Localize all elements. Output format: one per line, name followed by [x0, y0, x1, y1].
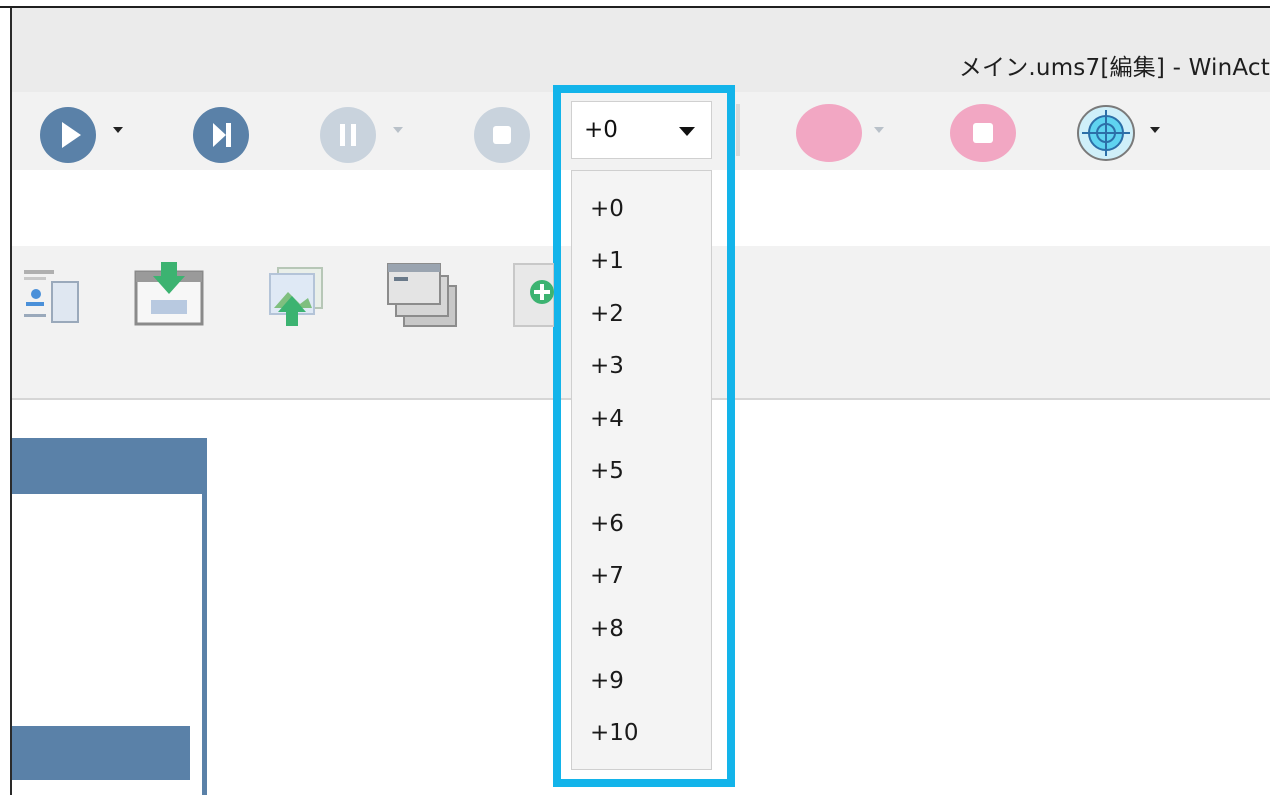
target-button[interactable]: [1076, 104, 1146, 162]
record-dropdown-caret[interactable]: [874, 127, 884, 133]
speed-option[interactable]: +1: [590, 245, 624, 277]
ribbon-image-upload-icon[interactable]: [262, 262, 334, 330]
speed-option[interactable]: +0: [590, 193, 624, 225]
window-top-border: [0, 0, 1270, 8]
stop-icon: [474, 107, 530, 163]
ribbon-window-stack-icon[interactable]: [386, 262, 458, 330]
speed-option[interactable]: +7: [590, 560, 624, 592]
window-title: メイン.ums7[編集] - WinAct: [958, 55, 1270, 81]
record-stop-button[interactable]: [950, 104, 1016, 162]
chevron-down-icon: [679, 127, 695, 136]
form-layout-icon: [24, 270, 79, 323]
window-stack-icon: [387, 263, 457, 327]
ribbon-window-download-icon[interactable]: [133, 262, 205, 330]
speed-option[interactable]: +4: [590, 403, 624, 435]
crosshair-target-icon: [1077, 105, 1135, 161]
panel-header: [12, 438, 207, 494]
ribbon-add-icon[interactable]: [512, 262, 555, 330]
record-button[interactable]: [796, 104, 862, 162]
step-forward-icon: [193, 107, 249, 163]
window-left-border: [0, 8, 12, 795]
title-bar: メイン.ums7[編集] - WinAct: [12, 8, 1270, 92]
speed-option[interactable]: +10: [590, 717, 639, 749]
run-dropdown-caret[interactable]: [113, 127, 123, 133]
run-button[interactable]: [40, 107, 96, 163]
play-icon: [40, 107, 96, 163]
step-button[interactable]: [193, 107, 249, 163]
image-upload-icon: [269, 267, 323, 326]
ribbon-form-icon[interactable]: [12, 262, 84, 330]
record-stop-icon: [950, 104, 1016, 162]
speed-option[interactable]: +6: [590, 508, 624, 540]
speed-option[interactable]: +3: [590, 350, 624, 382]
panel-header: [12, 726, 190, 780]
speed-select-value: +0: [584, 117, 618, 143]
pause-icon: [320, 107, 376, 163]
speed-option[interactable]: +9: [590, 665, 624, 697]
speed-option[interactable]: +5: [590, 455, 624, 487]
stop-button[interactable]: [474, 107, 530, 163]
record-icon: [796, 104, 862, 162]
speed-option[interactable]: +2: [590, 298, 624, 330]
target-dropdown-caret[interactable]: [1150, 127, 1160, 133]
speed-dropdown-list: +0 +1 +2 +3 +4 +5 +6 +7 +8 +9 +10: [571, 170, 712, 770]
toolbar-separator: [736, 104, 740, 156]
speed-select[interactable]: +0: [571, 101, 712, 159]
speed-option[interactable]: +8: [590, 613, 624, 645]
pause-button[interactable]: [320, 107, 376, 163]
window-download-icon: [134, 262, 204, 326]
pause-dropdown-caret[interactable]: [393, 127, 403, 133]
add-circle-icon: [513, 263, 555, 327]
